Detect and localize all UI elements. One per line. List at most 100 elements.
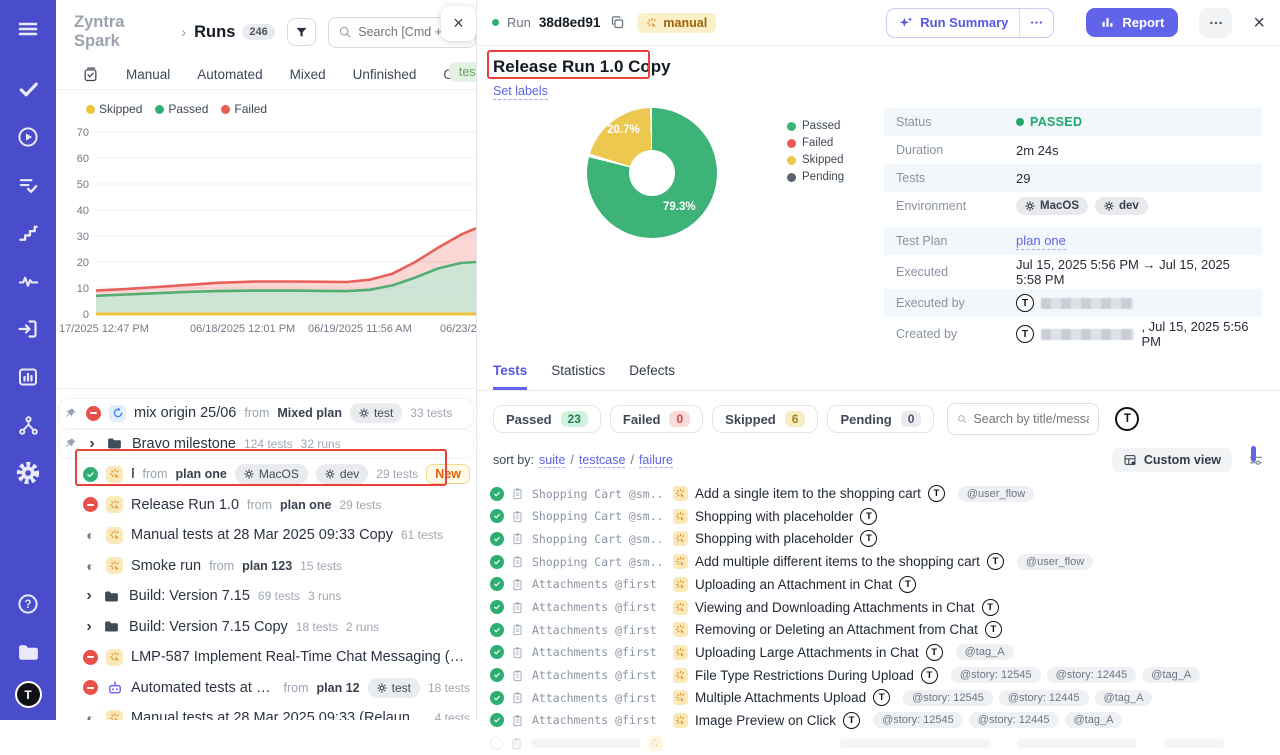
test-tag[interactable]: @story: 12545 <box>873 712 963 728</box>
runs-play-icon[interactable] <box>8 118 48 156</box>
tab-unfinished[interactable]: Unfinished <box>353 67 417 82</box>
chevron-right-icon[interactable]: › <box>83 619 95 635</box>
run-plan[interactable]: Mixed plan <box>277 406 342 420</box>
sort-testcase-link[interactable]: testcase <box>579 453 626 468</box>
assignee-avatar[interactable]: T <box>982 599 999 616</box>
test-tag[interactable]: @tag_A <box>956 644 1014 660</box>
legend-skipped[interactable]: Skipped <box>86 102 142 116</box>
assignee-avatar[interactable]: T <box>899 576 916 593</box>
menu-icon[interactable] <box>8 10 48 48</box>
import-icon[interactable] <box>8 310 48 348</box>
steps-icon[interactable] <box>8 214 48 252</box>
assignee-avatar[interactable]: T <box>860 530 877 547</box>
test-plan-link[interactable]: plan one <box>1016 233 1066 250</box>
test-row[interactable]: Attachments @first Viewing and Downloadi… <box>490 596 1280 619</box>
tab-defects[interactable]: Defects <box>629 363 675 390</box>
test-tag[interactable]: @user_flow <box>958 486 1034 502</box>
run-title[interactable]: Bravo milestone <box>132 436 236 452</box>
test-title[interactable]: Uploading an Attachment in Chat <box>695 577 892 592</box>
filter-skipped[interactable]: Skipped6 <box>712 405 818 433</box>
run-title[interactable]: Automated tests at 03 Jul 2025 13:25 <box>131 680 276 696</box>
test-suite-label[interactable]: Attachments @first <box>532 600 666 614</box>
test-suite-label[interactable]: Shopping Cart @sm... <box>532 487 666 501</box>
test-suite-label[interactable]: Attachments @first <box>532 668 666 682</box>
test-title[interactable]: Add a single item to the shopping cart <box>695 486 921 501</box>
run-row-selected[interactable]: Release Run 1.0 Copy from plan one MacOS… <box>56 459 476 490</box>
test-tag[interactable]: @user_flow <box>1017 554 1093 570</box>
custom-view-button[interactable]: Custom view <box>1112 448 1232 472</box>
legend-failed[interactable]: Failed <box>221 102 267 116</box>
test-row[interactable]: Shopping Cart @sm... Shopping with place… <box>490 505 1280 528</box>
tab-manual[interactable]: Manual <box>126 67 170 82</box>
copy-run-id-button[interactable] <box>610 15 625 30</box>
run-title[interactable]: Build: Version 7.15 <box>129 588 250 604</box>
test-title[interactable]: Add multiple different items to the shop… <box>695 554 980 569</box>
test-row[interactable]: Attachments @first Multiple Attachments … <box>490 686 1280 709</box>
projects-folder-icon[interactable] <box>8 633 48 671</box>
sort-failure-link[interactable]: failure <box>639 453 673 468</box>
run-title[interactable]: mix origin 25/06 <box>134 405 236 421</box>
donut-legend-failed[interactable]: Failed <box>787 137 844 149</box>
assignee-avatar[interactable]: T <box>926 644 943 661</box>
test-tag[interactable]: @story: 12445 <box>969 712 1059 728</box>
run-plan[interactable]: plan 123 <box>242 559 292 573</box>
run-row[interactable]: mix origin 25/06 from Mixed plan test 33… <box>58 398 474 429</box>
test-suite-label[interactable]: Attachments @first <box>532 691 666 705</box>
more-actions-button[interactable] <box>1199 8 1232 38</box>
test-row[interactable]: Attachments @first File Type Restriction… <box>490 664 1280 687</box>
donut-legend-pending[interactable]: Pending <box>787 171 844 183</box>
test-search-input[interactable] <box>973 412 1089 426</box>
filter-passed[interactable]: Passed23 <box>493 405 601 433</box>
test-row[interactable]: Attachments @first Removing or Deleting … <box>490 618 1280 641</box>
env-chip[interactable]: dev <box>316 464 368 484</box>
run-row[interactable]: ◐ Manual tests at 28 Mar 2025 09:33 Copy… <box>56 520 476 551</box>
close-run-button[interactable]: × <box>1253 13 1265 33</box>
filter-pending[interactable]: Pending0 <box>827 405 934 433</box>
test-row[interactable]: Attachments @first Image Preview on Clic… <box>490 709 1280 732</box>
run-summary-button[interactable]: Run Summary <box>886 8 1054 38</box>
test-suite-label[interactable]: Attachments @first <box>532 577 666 591</box>
test-suite-label[interactable]: Attachments @first <box>532 645 666 659</box>
settings-gear-icon[interactable] <box>8 454 48 492</box>
test-tag[interactable]: @tag_A <box>1065 712 1123 728</box>
report-button[interactable]: Report <box>1086 8 1178 37</box>
test-tag[interactable]: @story: 12545 <box>903 690 993 706</box>
test-row[interactable]: Shopping Cart @sm... Add a single item t… <box>490 482 1280 505</box>
assignee-avatar[interactable]: T <box>985 621 1002 638</box>
test-suite-label[interactable]: Attachments @first <box>532 713 666 727</box>
run-row[interactable]: Automated tests at 03 Jul 2025 13:25 fro… <box>56 673 476 704</box>
run-summary-more-button[interactable] <box>1020 9 1053 36</box>
set-labels-link[interactable]: Set labels <box>493 84 548 100</box>
test-tag[interactable]: @tag_A <box>1142 667 1200 683</box>
env-chip[interactable]: MacOS <box>235 464 308 484</box>
filter-failed[interactable]: Failed0 <box>610 405 703 433</box>
test-title[interactable]: File Type Restrictions During Upload <box>695 668 914 683</box>
run-plan[interactable]: plan one <box>280 498 331 512</box>
assignee-avatar[interactable]: T <box>873 689 890 706</box>
tasks-check-icon[interactable] <box>8 70 48 108</box>
env-filter-chip[interactable]: test <box>449 62 476 82</box>
test-row[interactable]: Attachments @first Uploading an Attachme… <box>490 573 1280 596</box>
run-title[interactable]: Manual tests at 28 Mar 2025 09:33 Copy <box>131 527 393 543</box>
run-plan[interactable]: plan 12 <box>317 681 360 695</box>
test-title[interactable]: Shopping with placeholder <box>695 509 853 524</box>
breadcrumb-project[interactable]: Zyntra Spark <box>74 13 173 51</box>
test-row[interactable]: Attachments @first Uploading Large Attac… <box>490 641 1280 664</box>
run-plan[interactable]: plan one <box>175 467 226 481</box>
sort-suite-link[interactable]: suite <box>539 453 565 468</box>
activity-pulse-icon[interactable] <box>8 262 48 300</box>
test-suite-label[interactable]: Shopping Cart @sm... <box>532 555 666 569</box>
tab-tests[interactable]: Tests <box>493 363 527 390</box>
analytics-icon[interactable] <box>8 358 48 396</box>
run-row[interactable]: ◐ Smoke run from plan 123 15 tests <box>56 551 476 582</box>
env-chip[interactable]: test <box>368 678 420 698</box>
test-tag[interactable]: @story: 12445 <box>1047 667 1137 683</box>
test-row[interactable]: Shopping Cart @sm... Shopping with place… <box>490 528 1280 551</box>
donut-legend-skipped[interactable]: Skipped <box>787 154 844 166</box>
run-title[interactable]: Release Run 1.0 Copy <box>131 466 134 482</box>
donut-legend-passed[interactable]: Passed <box>787 120 844 132</box>
run-title[interactable]: Manual tests at 28 Mar 2025 09:33 (Relau… <box>131 710 427 720</box>
tab-statistics[interactable]: Statistics <box>551 363 605 390</box>
tab-automated[interactable]: Automated <box>197 67 262 82</box>
test-title[interactable]: Removing or Deleting an Attachment from … <box>695 622 978 637</box>
